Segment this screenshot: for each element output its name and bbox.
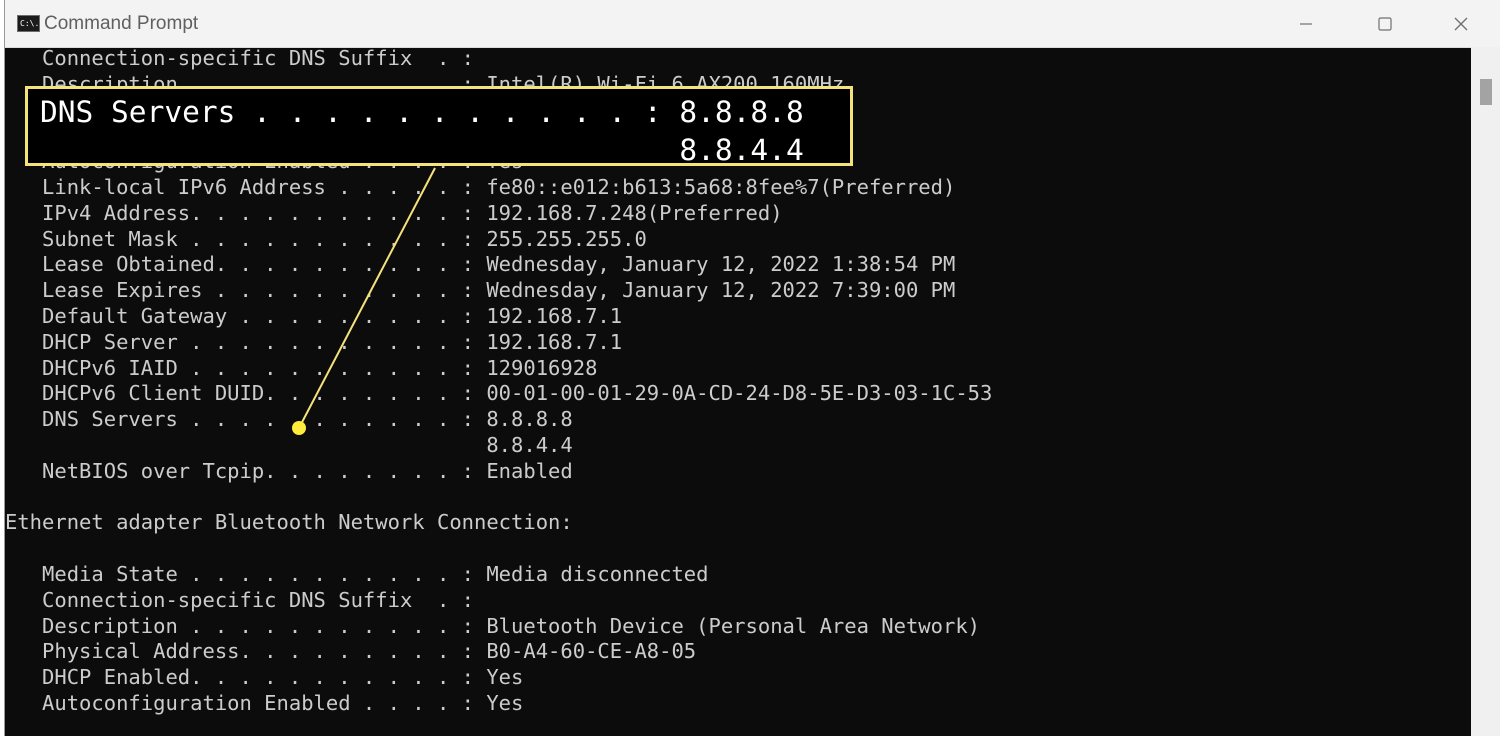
console-line: Media State . . . . . . . . . . . : Medi… [5,562,709,586]
callout-dns-secondary: 8.8.4.4 [40,133,804,167]
scrollbar-thumb[interactable] [1480,79,1492,105]
console-line: Subnet Mask . . . . . . . . . . . : 255.… [5,226,647,251]
vertical-scrollbar[interactable] [1471,47,1500,736]
maximize-button[interactable] [1362,8,1408,40]
console-line: DHCPv6 IAID . . . . . . . . . . . : 1290… [5,355,598,380]
close-icon [1454,17,1468,31]
console-line: Autoconfiguration Enabled . . . . : Yes [5,691,524,715]
console-line: DHCP Enabled. . . . . . . . . . . : Yes [5,665,524,690]
console-line: Ethernet adapter Bluetooth Network Conne… [5,510,573,535]
console-line: Lease Obtained. . . . . . . . . . : Wedn… [5,252,956,277]
maximize-icon [1378,17,1392,31]
console-line: Default Gateway . . . . . . . . . : 192.… [5,304,623,328]
dns-servers-callout: DNS Servers . . . . . . . . . . . : 8.8.… [25,86,853,167]
console-line: DHCP Server . . . . . . . . . . . : 192.… [5,329,623,354]
console-line: Connection-specific DNS Suffix . : [5,47,474,70]
close-button[interactable] [1438,8,1484,40]
console-line: DHCPv6 Client DUID. . . . . . . . : 00-0… [5,381,993,406]
console-line: Connection-specific DNS Suffix . : [5,587,474,612]
console-line: NetBIOS over Tcpip. . . . . . . . : Enab… [5,458,573,483]
minimize-icon [1300,23,1312,25]
window-title: Command Prompt [44,13,199,34]
console-line: 8.8.4.4 [5,433,573,457]
title-bar[interactable]: C:\. Command Prompt [5,0,1500,48]
minimize-button[interactable] [1283,8,1329,40]
console-line: Link-local IPv6 Address . . . . . : fe80… [5,175,956,199]
console-line: IPv4 Address. . . . . . . . . . . : 192.… [5,200,783,225]
console-app-icon: C:\. [17,15,40,32]
console-line: Physical Address. . . . . . . . . : B0-A… [5,639,697,664]
console-line: Lease Expires . . . . . . . . . . : Wedn… [5,278,956,303]
callout-dns-primary: DNS Servers . . . . . . . . . . . : 8.8.… [40,95,804,129]
console-line: Description . . . . . . . . . . . : Blue… [5,613,981,638]
console-line: DNS Servers . . . . . . . . . . . : 8.8.… [5,407,573,432]
